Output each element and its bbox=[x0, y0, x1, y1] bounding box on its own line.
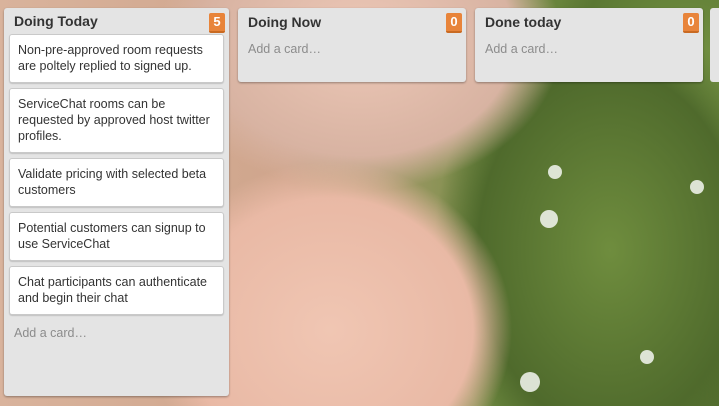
add-card-link[interactable]: Add a card… bbox=[4, 320, 229, 348]
background-flower bbox=[520, 372, 540, 392]
list-header[interactable]: Doing Now 0 bbox=[238, 8, 466, 42]
card-count-badge: 0 bbox=[683, 13, 699, 33]
card[interactable]: Non-pre-approved room requests are polte… bbox=[9, 34, 224, 83]
card[interactable]: Chat participants can authenticate and b… bbox=[9, 266, 224, 315]
card-list: Non-pre-approved room requests are polte… bbox=[4, 34, 229, 315]
card[interactable]: Validate pricing with selected beta cust… bbox=[9, 158, 224, 207]
card[interactable]: Potential customers can signup to use Se… bbox=[9, 212, 224, 261]
add-card-link[interactable]: Add a card… bbox=[475, 42, 703, 64]
list-title[interactable]: Doing Today bbox=[14, 13, 98, 29]
add-card-link[interactable]: Add a card… bbox=[238, 42, 466, 64]
list-header[interactable]: Doing Today 5 bbox=[4, 8, 229, 34]
card-count-badge: 5 bbox=[209, 13, 225, 33]
background-flower bbox=[690, 180, 704, 194]
list-title[interactable]: Done today bbox=[485, 14, 561, 30]
card[interactable]: ServiceChat rooms can be requested by ap… bbox=[9, 88, 224, 153]
background-flower bbox=[548, 165, 562, 179]
list-title[interactable]: Doing Now bbox=[248, 14, 321, 30]
list-doing-today: Doing Today 5 Non-pre-approved room requ… bbox=[4, 8, 229, 396]
list-partial-offscreen[interactable] bbox=[710, 8, 719, 82]
card-count-badge: 0 bbox=[446, 13, 462, 33]
background-flower bbox=[640, 350, 654, 364]
list-header[interactable]: Done today 0 bbox=[475, 8, 703, 42]
list-doing-now: Doing Now 0 Add a card… bbox=[238, 8, 466, 82]
background-flower bbox=[540, 210, 558, 228]
list-done-today: Done today 0 Add a card… bbox=[475, 8, 703, 82]
